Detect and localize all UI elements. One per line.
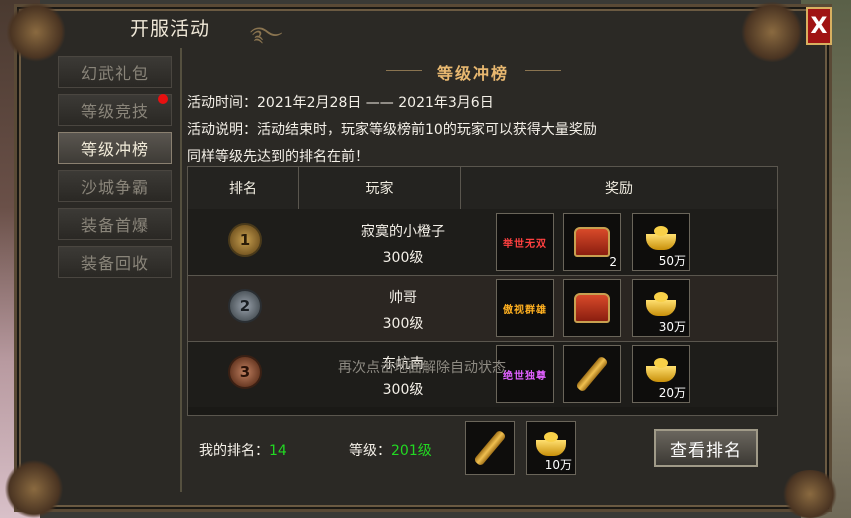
notification-dot [158, 94, 168, 104]
rank-medal-icon: 1 [228, 223, 262, 257]
my-rank: 我的排名：14 [199, 440, 287, 460]
player-level: 300级 [382, 316, 424, 332]
item-count: 10万 [544, 458, 572, 472]
reward-gold-slot[interactable]: 50万 [632, 213, 690, 271]
sidebar-item-sand-city[interactable]: 沙城争霸 [58, 170, 172, 202]
activity-description: 活动说明：活动结束时，玩家等级榜前10的玩家可以获得大量奖励 [187, 122, 597, 138]
player-level: 300级 [382, 250, 424, 266]
sidebar: 幻武礼包 等级竞技 等级冲榜 沙城争霸 装备首爆 装备回收 [50, 50, 176, 490]
title-badge-icon: 举世无双 [503, 238, 547, 250]
my-reward-scroll-slot[interactable] [465, 421, 515, 475]
sidebar-item-huanwu-gift[interactable]: 幻武礼包 [58, 56, 172, 88]
reward-title-slot[interactable]: 举世无双 [496, 213, 554, 271]
scroll-icon [575, 355, 609, 393]
column-header-player: 玩家 [299, 167, 461, 209]
item-count: 30万 [658, 320, 686, 334]
dragon-ornament-icon [780, 470, 840, 518]
row-divider [188, 341, 777, 342]
item-count: 20万 [658, 386, 686, 400]
header-line [525, 70, 561, 71]
gold-ingot-icon [536, 432, 566, 456]
my-rank-label: 我的排名： [199, 443, 269, 459]
activity-time: 活动时间：2021年2月28日 —— 2021年3月6日 [187, 95, 494, 111]
sidebar-item-equip-first-drop[interactable]: 装备首爆 [58, 208, 172, 240]
rank-medal-icon: 2 [228, 289, 262, 323]
gold-ingot-icon [646, 358, 676, 382]
close-button[interactable]: X [806, 7, 832, 45]
sidebar-item-equip-recycle[interactable]: 装备回收 [58, 246, 172, 278]
activity-note: 同样等级先达到的排名在前！ [187, 149, 369, 165]
item-count: 2 [609, 255, 617, 269]
my-rank-value: 14 [269, 443, 287, 459]
player-level: 300级 [382, 382, 424, 398]
sidebar-item-level-rush[interactable]: 等级冲榜 [58, 132, 172, 164]
divider [180, 48, 182, 492]
reward-chest-slot[interactable] [563, 279, 621, 337]
player-name: 帅哥 [389, 290, 417, 306]
reward-title-slot[interactable]: 傲视群雄 [496, 279, 554, 337]
reward-chest-slot[interactable]: 2 [563, 213, 621, 271]
my-level-label: 等级： [349, 443, 391, 459]
my-level: 等级：201级 [349, 440, 432, 460]
treasure-chest-icon [574, 227, 610, 257]
my-level-value: 201级 [391, 443, 432, 459]
system-hint: 再次点击地面解除自动状态 [338, 360, 506, 376]
reward-scroll-slot[interactable] [563, 345, 621, 403]
table-header: 排名 玩家 奖励 [188, 167, 777, 210]
scroll-icon [473, 429, 507, 467]
gold-ingot-icon [646, 226, 676, 250]
rank-medal-icon: 3 [228, 355, 262, 389]
reward-gold-slot[interactable]: 20万 [632, 345, 690, 403]
table-row: 2 帅哥 300级 傲视群雄 30万 [188, 275, 777, 341]
section-title: 等级冲榜 [436, 64, 509, 83]
title-badge-icon: 傲视群雄 [503, 304, 547, 316]
ranking-table: 排名 玩家 奖励 1 寂寞的小橙子 300级 举世无双 2 50万 2 帅哥 3… [187, 166, 778, 416]
item-count: 50万 [658, 254, 686, 268]
column-header-reward: 奖励 [605, 181, 633, 197]
my-reward-gold-slot[interactable]: 10万 [526, 421, 576, 475]
row-divider [188, 275, 777, 276]
treasure-chest-icon [574, 293, 610, 323]
title-badge-icon: 绝世独尊 [503, 370, 547, 382]
view-ranking-button[interactable]: 查看排名 [654, 429, 758, 467]
sidebar-item-level-compete[interactable]: 等级竞技 [58, 94, 172, 126]
table-row: 1 寂寞的小橙子 300级 举世无双 2 50万 [188, 209, 777, 275]
gold-ingot-icon [646, 292, 676, 316]
cloud-ornament-icon: ࿐ [250, 22, 283, 46]
reward-gold-slot[interactable]: 30万 [632, 279, 690, 337]
column-header-rank: 排名 [188, 167, 299, 209]
player-name: 寂寞的小橙子 [361, 224, 445, 240]
dragon-ornament-icon [740, 2, 804, 62]
window-title: 开服活动 [130, 18, 211, 40]
